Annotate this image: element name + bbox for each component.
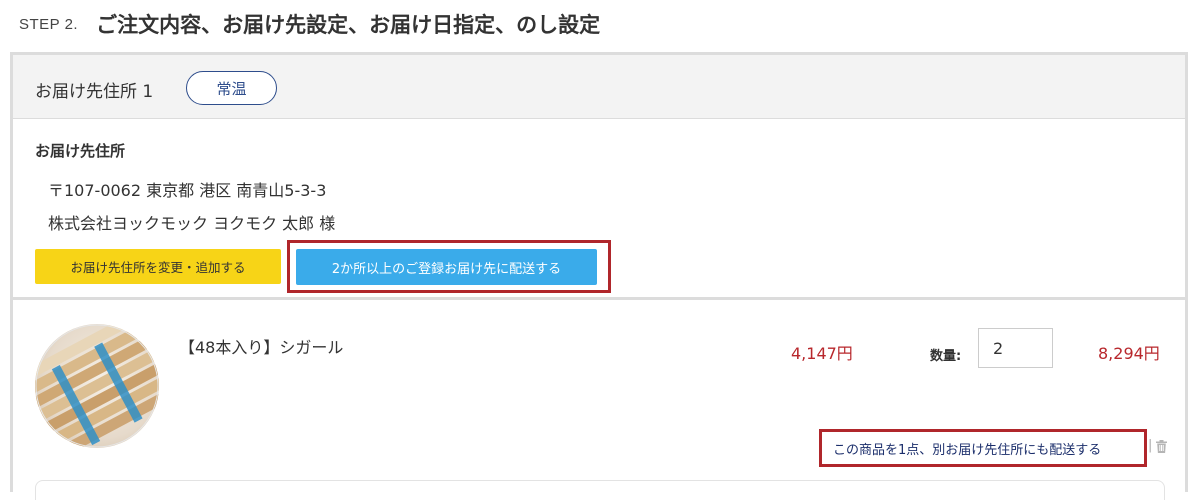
product-total-price: 8,294円 [1098, 344, 1160, 363]
step-label: STEP 2. [19, 15, 79, 33]
product-row: 【48本入り】シガール 4,147円 数量: 8,294円 この商品を1点、別お… [13, 300, 1185, 500]
step-title: ご注文内容、お届け先設定、お届け日指定、のし設定 [96, 13, 601, 37]
multi-ship-button[interactable]: 2か所以上のご登録お届け先に配送する [296, 249, 597, 285]
product-name[interactable]: 【48本入り】シガール [179, 334, 343, 358]
destination-header: お届け先住所 1 常温 [13, 55, 1185, 119]
ship-to-other-address-link[interactable]: この商品を1点、別お届け先住所にも配送する [833, 439, 1101, 458]
address-label: お届け先住所 [35, 142, 126, 160]
link-separator: | [1148, 438, 1153, 453]
temperature-badge: 常温 [186, 71, 277, 105]
destination-title: お届け先住所 1 [35, 82, 154, 102]
address-line-postal: 〒107-0062 東京都 港区 南青山5-3-3 [48, 181, 327, 200]
change-address-button[interactable]: お届け先住所を変更・追加する [35, 249, 281, 284]
destination-panel: お届け先住所 1 常温 お届け先住所 〒107-0062 東京都 港区 南青山5… [10, 52, 1188, 500]
step-header: STEP 2. ご注文内容、お届け先設定、お届け日指定、のし設定 [19, 8, 600, 40]
trash-icon[interactable] [1156, 438, 1167, 453]
address-section: お届け先住所 〒107-0062 東京都 港区 南青山5-3-3 株式会社ヨック… [13, 120, 1185, 297]
product-unit-price: 4,147円 [791, 344, 853, 363]
address-line-recipient: 株式会社ヨックモック ヨクモク 太郎 様 [48, 214, 336, 233]
quantity-input[interactable] [978, 328, 1053, 368]
product-detail-card [35, 480, 1165, 500]
quantity-label: 数量: [930, 349, 962, 364]
product-image [35, 324, 159, 448]
